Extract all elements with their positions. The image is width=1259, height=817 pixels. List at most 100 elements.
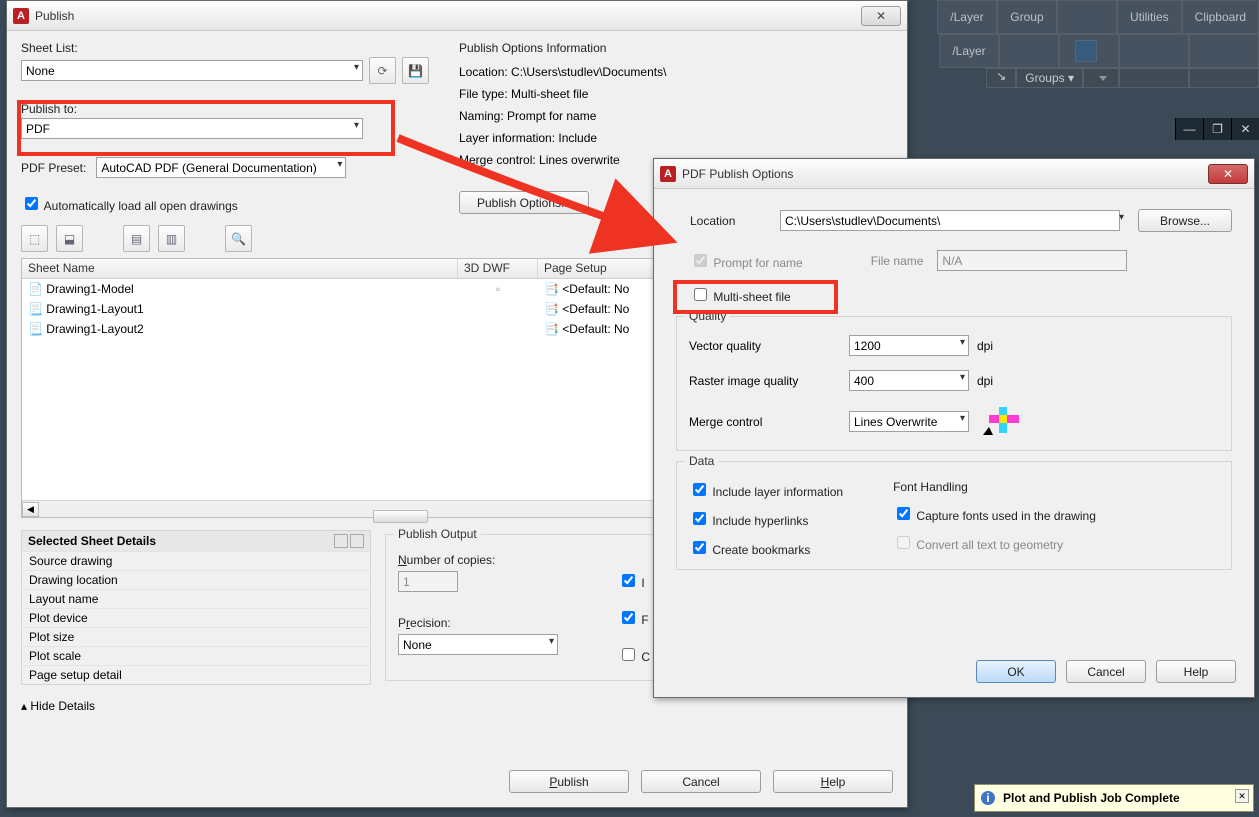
minimize-icon[interactable]: — xyxy=(1175,118,1203,140)
dpi-label: dpi xyxy=(977,374,993,388)
ribbon-item[interactable]: /Layer xyxy=(937,0,997,34)
ribbon-arrow-icon[interactable]: ↘ xyxy=(986,68,1016,88)
load-list-icon[interactable]: ⟳ xyxy=(369,57,396,84)
details-toggle-icon[interactable] xyxy=(334,534,348,548)
capture-fonts-checkbox[interactable]: Capture fonts used in the drawing xyxy=(893,509,1096,523)
include-plot-stamp-checkbox[interactable]: I xyxy=(618,576,645,590)
col-sheet-name[interactable]: Sheet Name xyxy=(22,259,458,278)
layout-icon: 📃 xyxy=(28,302,43,316)
precision-label: Precision: xyxy=(398,616,598,630)
ok-button[interactable]: OK xyxy=(976,660,1056,683)
info-line: Location: C:\Users\studlev\Documents\ xyxy=(459,61,893,83)
publish-button[interactable]: Publish xyxy=(509,770,629,793)
browse-button[interactable]: Browse... xyxy=(1138,209,1232,232)
ribbon-spacer xyxy=(1189,68,1259,88)
notification-text: Plot and Publish Job Complete xyxy=(1003,791,1180,805)
info-line: Naming: Prompt for name xyxy=(459,105,893,127)
location-combo[interactable]: C:\Users\studlev\Documents\ xyxy=(780,210,1120,231)
plot-complete-notification[interactable]: i Plot and Publish Job Complete ✕ xyxy=(974,784,1254,812)
preview-icon[interactable]: 🔍 xyxy=(225,225,252,252)
ribbon-item[interactable] xyxy=(1059,34,1119,68)
col-3d-dwf[interactable]: 3D DWF xyxy=(458,259,538,278)
raster-quality-combo[interactable]: 400 xyxy=(849,370,969,391)
model-icon: 📄 xyxy=(28,282,43,296)
data-legend: Data xyxy=(685,454,718,468)
notification-close-icon[interactable]: ✕ xyxy=(1235,789,1249,803)
details-toggle-icon[interactable] xyxy=(350,534,364,548)
restore-icon[interactable]: ❐ xyxy=(1203,118,1231,140)
num-copies-input xyxy=(398,571,458,592)
sheet-list-combo[interactable]: None xyxy=(21,60,363,81)
publish-options-button[interactable]: Publish Options... xyxy=(459,191,589,214)
pdf-title: PDF Publish Options xyxy=(682,167,1208,181)
scroll-thumb[interactable] xyxy=(373,510,428,523)
include-layer-checkbox[interactable]: Include layer information xyxy=(689,485,843,499)
ribbon-dropdown[interactable] xyxy=(1083,68,1119,88)
detail-row: Plot scale xyxy=(22,646,370,665)
publish-title-bar: A Publish ✕ xyxy=(7,1,907,31)
details-header: Selected Sheet Details xyxy=(22,531,370,551)
remove-sheets-icon[interactable]: ⬓ xyxy=(56,225,83,252)
dpi-label: dpi xyxy=(977,339,993,353)
ribbon-item[interactable] xyxy=(1119,34,1189,68)
add-sheets-icon[interactable]: ⬚ xyxy=(21,225,48,252)
create-bookmarks-checkbox[interactable]: Create bookmarks xyxy=(689,543,810,557)
ribbon-item[interactable]: /Layer xyxy=(939,34,999,68)
publish-output-legend: Publish Output xyxy=(394,527,481,541)
publish-to-combo[interactable]: PDF xyxy=(21,118,363,139)
ribbon-sub: /Layer xyxy=(939,34,1259,68)
detail-row: Plot size xyxy=(22,627,370,646)
include-hyperlinks-checkbox[interactable]: Include hyperlinks xyxy=(689,514,808,528)
cancel-button[interactable]: Cancel xyxy=(641,770,761,793)
auto-load-checkbox[interactable]: Automatically load all open drawings xyxy=(21,199,238,213)
detail-row: Source drawing xyxy=(22,551,370,570)
detail-row: Page setup detail xyxy=(22,665,370,684)
scroll-left-icon[interactable]: ◀ xyxy=(22,502,39,517)
pdf-preset-combo[interactable]: AutoCAD PDF (General Documentation) xyxy=(96,157,346,178)
options-info-title: Publish Options Information xyxy=(459,41,893,55)
detail-row: Plot device xyxy=(22,608,370,627)
app-logo-icon: A xyxy=(660,166,676,182)
help-button[interactable]: Help xyxy=(1156,660,1236,683)
pdf-title-bar: A PDF Publish Options ✕ xyxy=(654,159,1254,189)
close-button[interactable]: ✕ xyxy=(1208,164,1248,184)
ribbon-footer: ↘ Groups ▾ xyxy=(986,68,1259,88)
move-up-icon[interactable]: ▤ xyxy=(123,225,150,252)
ribbon-top: /Layer Group Utilities Clipboard xyxy=(937,0,1259,34)
info-line: Layer information: Include xyxy=(459,127,893,149)
vector-quality-combo[interactable]: 1200 xyxy=(849,335,969,356)
save-list-icon[interactable]: 💾 xyxy=(402,57,429,84)
chevron-down-icon xyxy=(1099,76,1107,81)
app-logo-icon: A xyxy=(13,8,29,24)
ribbon-item[interactable] xyxy=(999,34,1059,68)
filename-input xyxy=(937,250,1127,271)
ribbon-item[interactable] xyxy=(1189,34,1259,68)
precision-combo[interactable]: None xyxy=(398,634,558,655)
dropdown-icon: 📑 xyxy=(544,302,559,316)
move-down-icon[interactable]: ▥ xyxy=(158,225,185,252)
info-line: File type: Multi-sheet file xyxy=(459,83,893,105)
close-button[interactable]: ✕ xyxy=(861,6,901,26)
detail-row: Drawing location xyxy=(22,570,370,589)
child-window-chrome: — ❐ ✕ xyxy=(1175,118,1259,140)
pdf-publish-options-dialog: A PDF Publish Options ✕ Location C:\User… xyxy=(653,158,1255,698)
convert-text-checkbox: Convert all text to geometry xyxy=(893,538,1063,552)
hide-details-toggle[interactable]: ▴ Hide Details xyxy=(21,699,95,713)
groups-combo[interactable]: Groups ▾ xyxy=(1016,68,1083,88)
ribbon-item[interactable] xyxy=(1057,0,1117,34)
ribbon-item[interactable]: Utilities xyxy=(1117,0,1182,34)
open-viewer-checkbox[interactable]: C xyxy=(618,650,650,664)
publish-background-checkbox[interactable]: F xyxy=(618,613,649,627)
ribbon-item[interactable]: Group xyxy=(997,0,1057,34)
cancel-button[interactable]: Cancel xyxy=(1066,660,1146,683)
raster-quality-label: Raster image quality xyxy=(689,374,849,388)
close-icon[interactable]: ✕ xyxy=(1231,118,1259,140)
merge-control-combo[interactable]: Lines Overwrite xyxy=(849,411,969,432)
layout-icon: 📃 xyxy=(28,322,43,336)
block-icon xyxy=(1075,40,1097,62)
multisheet-checkbox[interactable]: Multi-sheet file xyxy=(690,290,791,304)
help-button[interactable]: Help xyxy=(773,770,893,793)
info-icon: i xyxy=(981,791,995,805)
ribbon-spacer xyxy=(1119,68,1189,88)
ribbon-item[interactable]: Clipboard xyxy=(1182,0,1259,34)
